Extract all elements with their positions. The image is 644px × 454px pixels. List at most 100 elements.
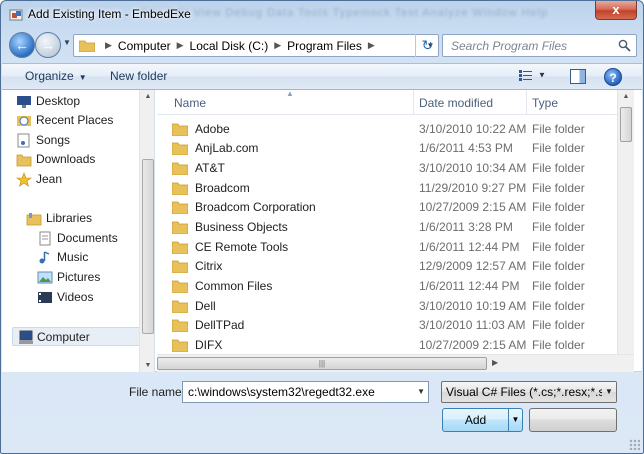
sidebar-item-songs[interactable]: Songs bbox=[17, 131, 71, 150]
add-button[interactable]: Add ▼ bbox=[442, 408, 523, 432]
navigation-pane-scrollbar[interactable]: ▲ ▼ bbox=[139, 90, 154, 372]
sidebar-item-documents[interactable]: Documents bbox=[39, 229, 118, 248]
column-divider[interactable] bbox=[526, 90, 527, 115]
search-icon[interactable] bbox=[618, 39, 631, 52]
window-title: Add Existing Item - EmbedExe bbox=[28, 7, 191, 21]
breadcrumb-local-disk[interactable]: Local Disk (C:) bbox=[190, 39, 269, 53]
search-placeholder: Search Program Files bbox=[451, 39, 568, 53]
breadcrumb-separator-icon[interactable]: ▶ bbox=[105, 40, 112, 51]
sidebar-item-label: Documents bbox=[57, 231, 118, 245]
documents-icon bbox=[39, 231, 51, 246]
scroll-up-icon[interactable]: ▲ bbox=[140, 93, 154, 100]
file-type: File folder bbox=[532, 240, 585, 254]
scroll-up-icon[interactable]: ▲ bbox=[618, 93, 634, 100]
file-type: File folder bbox=[532, 122, 585, 136]
folder-icon bbox=[172, 123, 188, 136]
chevron-down-icon[interactable]: ▼ bbox=[602, 382, 616, 402]
column-divider[interactable] bbox=[413, 90, 414, 115]
sidebar-item-libraries[interactable]: Libraries bbox=[26, 209, 93, 228]
sidebar-item-label: Computer bbox=[37, 330, 90, 344]
file-row[interactable]: Dell 3/10/2010 10:19 AM File folder bbox=[172, 297, 612, 316]
file-list-horizontal-scrollbar[interactable]: ◀ ||| ▶ bbox=[157, 354, 634, 372]
change-view-button[interactable]: ▼ bbox=[519, 70, 551, 81]
refresh-button[interactable]: ↻ bbox=[415, 34, 439, 57]
file-name: DellTPad bbox=[195, 318, 245, 332]
file-date: 1/6/2011 12:44 PM bbox=[419, 240, 520, 254]
file-list-vertical-scrollbar[interactable]: ▲ bbox=[617, 90, 634, 354]
breadcrumb-separator-icon[interactable]: ▶ bbox=[177, 40, 184, 51]
music-icon bbox=[39, 251, 50, 264]
filename-input[interactable]: c:\windows\system32\regedt32.exe ▼ bbox=[182, 381, 429, 403]
sidebar-item-pictures[interactable]: Pictures bbox=[37, 268, 101, 287]
file-name: Dell bbox=[195, 299, 216, 313]
recent-pages-dropdown-icon[interactable]: ▼ bbox=[63, 38, 71, 47]
file-row[interactable]: AnjLab.com 1/6/2011 4:53 PM File folder bbox=[172, 139, 612, 158]
sidebar-item-videos[interactable]: Videos bbox=[38, 288, 93, 307]
folder-icon bbox=[172, 221, 188, 234]
cancel-button[interactable] bbox=[529, 408, 617, 432]
sidebar-item-label: Libraries bbox=[46, 211, 93, 225]
folder-icon bbox=[172, 280, 188, 293]
scrollbar-thumb[interactable] bbox=[142, 159, 154, 334]
file-type: File folder bbox=[532, 279, 585, 293]
file-row[interactable]: DIFX 10/27/2009 2:15 AM File folder bbox=[172, 336, 612, 355]
file-name: Common Files bbox=[195, 279, 273, 293]
column-header-type[interactable]: Type bbox=[532, 96, 558, 110]
songs-icon bbox=[17, 133, 30, 148]
file-date: 12/9/2009 12:57 AM bbox=[419, 259, 527, 273]
downloads-folder-icon bbox=[16, 154, 32, 167]
preview-pane-button[interactable] bbox=[570, 69, 586, 84]
chevron-down-icon[interactable]: ▼ bbox=[417, 387, 425, 396]
navigation-pane[interactable]: Desktop Recent Places Songs Downloads Je… bbox=[2, 90, 155, 372]
scroll-down-icon[interactable]: ▼ bbox=[140, 362, 154, 369]
sidebar-item-label: Pictures bbox=[57, 270, 101, 284]
file-type: File folder bbox=[532, 338, 585, 352]
resize-grip-icon[interactable] bbox=[629, 439, 640, 450]
breadcrumb-program-files[interactable]: Program Files bbox=[287, 39, 362, 53]
sidebar-item-label: Songs bbox=[36, 133, 71, 147]
file-list-pane[interactable]: ▲ Name Date modified Type Adobe 3/10/201… bbox=[157, 90, 642, 372]
sidebar-item-label: Recent Places bbox=[36, 113, 114, 127]
sidebar-item-desktop[interactable]: Desktop bbox=[17, 92, 80, 111]
column-header-date-modified[interactable]: Date modified bbox=[419, 96, 493, 110]
file-row[interactable]: CE Remote Tools 1/6/2011 12:44 PM File f… bbox=[172, 238, 612, 257]
organize-menu[interactable]: Organize ▼ bbox=[25, 69, 87, 83]
file-row[interactable]: Citrix 12/9/2009 12:57 AM File folder bbox=[172, 257, 612, 276]
search-input[interactable]: Search Program Files bbox=[442, 34, 637, 57]
forward-button[interactable]: → bbox=[35, 32, 61, 58]
add-options-dropdown-icon[interactable]: ▼ bbox=[508, 409, 522, 431]
sidebar-item-downloads[interactable]: Downloads bbox=[16, 150, 95, 169]
file-type: File folder bbox=[532, 141, 585, 155]
sidebar-item-label: Jean bbox=[36, 172, 63, 186]
sidebar-item-music[interactable]: Music bbox=[39, 248, 88, 267]
address-bar[interactable]: ▶ Computer ▶ Local Disk (C:) ▶ Program F… bbox=[73, 34, 439, 57]
file-type: File folder bbox=[532, 318, 585, 332]
file-row[interactable]: AT&T 3/10/2010 10:34 AM File folder bbox=[172, 159, 612, 178]
close-button[interactable]: x bbox=[595, 1, 637, 20]
breadcrumb-separator-icon[interactable]: ▶ bbox=[368, 40, 375, 51]
help-button[interactable]: ? bbox=[604, 68, 622, 86]
breadcrumb-separator-icon[interactable]: ▶ bbox=[274, 40, 281, 51]
breadcrumb-computer[interactable]: Computer bbox=[118, 39, 171, 53]
main-area: Desktop Recent Places Songs Downloads Je… bbox=[2, 90, 642, 372]
new-folder-button[interactable]: New folder bbox=[110, 69, 167, 83]
sidebar-item-computer[interactable]: Computer bbox=[12, 327, 152, 346]
file-row[interactable]: Broadcom Corporation 10/27/2009 2:15 AM … bbox=[172, 198, 612, 217]
sidebar-item-jean[interactable]: Jean bbox=[16, 170, 63, 189]
back-button[interactable]: ← bbox=[9, 32, 35, 58]
file-row[interactable]: DellTPad 3/10/2010 11:03 AM File folder bbox=[172, 316, 612, 335]
scrollbar-thumb[interactable] bbox=[620, 107, 632, 142]
column-header-name[interactable]: Name bbox=[174, 96, 206, 110]
file-row[interactable]: Adobe 3/10/2010 10:22 AM File folder bbox=[172, 120, 612, 139]
file-row[interactable]: Common Files 1/6/2011 12:44 PM File fold… bbox=[172, 277, 612, 296]
file-date: 1/6/2011 12:44 PM bbox=[419, 279, 520, 293]
sidebar-item-recent-places[interactable]: Recent Places bbox=[17, 111, 114, 130]
pictures-icon bbox=[37, 271, 53, 284]
file-type-filter-select[interactable]: Visual C# Files (*.cs;*.resx;*.setti ▼ bbox=[441, 381, 617, 403]
file-name: Business Objects bbox=[195, 220, 288, 234]
view-details-icon bbox=[519, 70, 532, 81]
file-row[interactable]: Broadcom 11/29/2010 9:27 PM File folder bbox=[172, 179, 612, 198]
scroll-right-icon[interactable]: ▶ bbox=[492, 358, 498, 367]
scrollbar-thumb[interactable]: ||| bbox=[157, 357, 487, 370]
file-row[interactable]: Business Objects 1/6/2011 3:28 PM File f… bbox=[172, 218, 612, 237]
